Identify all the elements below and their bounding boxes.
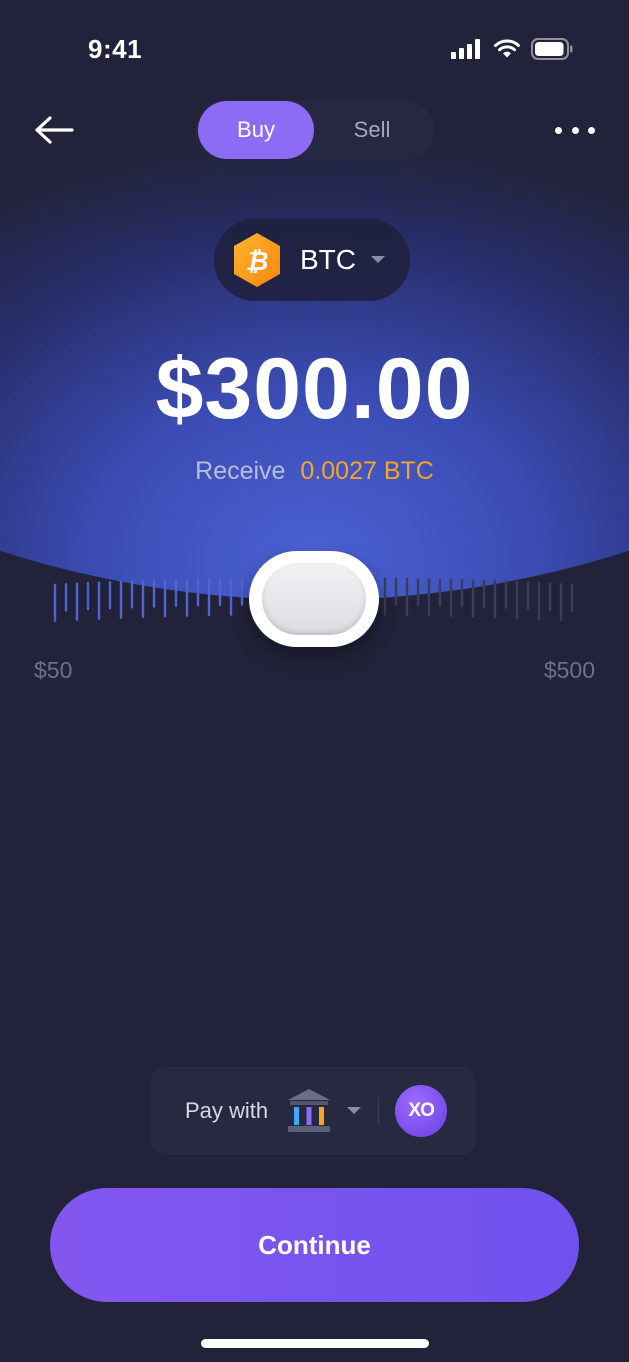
coin-symbol: BTC: [300, 244, 356, 275]
amount-slider-thumb[interactable]: [249, 551, 379, 647]
more-horizontal-icon: [555, 126, 562, 134]
tab-buy[interactable]: Buy: [198, 101, 314, 159]
back-button[interactable]: [32, 110, 76, 150]
more-horizontal-icon: [571, 126, 579, 134]
signal-icon: [451, 39, 480, 59]
receive-value: 0.0027 BTC: [300, 457, 434, 485]
receive-row: Receive 0.0027 BTC: [0, 457, 629, 486]
arrow-left-icon: [35, 116, 74, 144]
status-time: 9:41: [88, 34, 143, 64]
chevron-down-icon: [371, 256, 385, 263]
xo-badge: XO: [395, 1085, 448, 1137]
divider: [378, 1097, 380, 1125]
slider-thumb-inner: [262, 563, 366, 635]
tab-sell[interactable]: Sell: [314, 101, 430, 159]
slider-min-label: $50: [34, 657, 73, 683]
battery-icon: [531, 38, 573, 60]
coin-selector[interactable]: ₿ BTC: [214, 219, 410, 301]
continue-button[interactable]: Continue: [50, 1188, 579, 1302]
wifi-icon: [494, 39, 520, 58]
more-options-button[interactable]: [555, 118, 595, 142]
more-horizontal-icon: [588, 126, 595, 134]
buy-sell-screen: 9:41 Buy Sell ₿ BTC $300.00 Receive 0.00…: [0, 0, 629, 1362]
home-indicator: [201, 1339, 429, 1348]
payment-method-selector[interactable]: Pay with XO: [151, 1067, 476, 1155]
receive-label: Receive: [195, 457, 286, 485]
chevron-down-icon: [347, 1107, 362, 1114]
svg-text:₿: ₿: [246, 246, 269, 276]
status-icons: [451, 38, 573, 60]
amount-display: $300.00: [155, 341, 474, 437]
buy-sell-toggle: Buy Sell: [196, 100, 434, 160]
bank-icon: [288, 1089, 331, 1132]
pay-with-label: Pay with: [185, 1098, 269, 1123]
bitcoin-icon: ₿: [234, 233, 280, 287]
slider-max-label: $500: [543, 657, 595, 683]
